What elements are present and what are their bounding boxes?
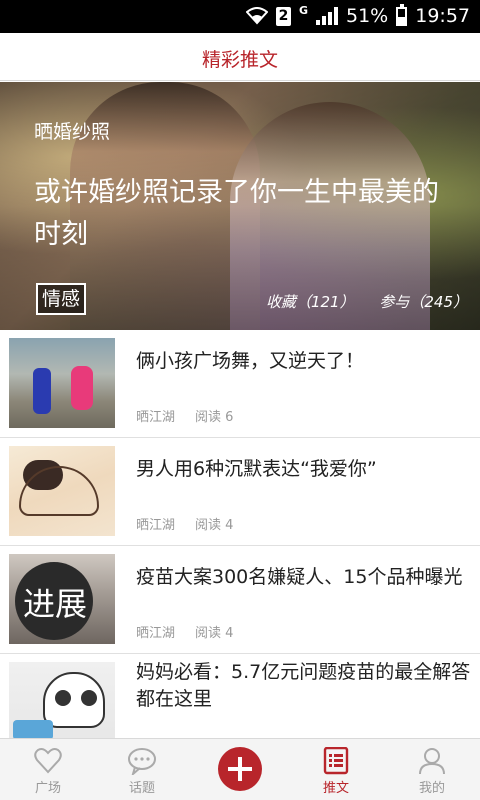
list-icon	[321, 746, 351, 775]
article-author: 晒江湖	[136, 518, 176, 533]
thumbnail-caption: 进展	[23, 585, 88, 623]
article-item[interactable]: 妈妈必看：5.7亿元问题疫苗的最全解答 都在这里	[0, 654, 480, 738]
article-author: 晒江湖	[136, 410, 176, 425]
participants-count: 参与（245）	[379, 293, 468, 311]
sim-badge: 2	[275, 6, 291, 26]
article-title: 疫苗大案300名嫌疑人、15个品种曝光	[136, 566, 463, 588]
tab-topics[interactable]: 话题	[94, 739, 190, 800]
article-author: 晒江湖	[136, 626, 176, 641]
article-item[interactable]: 俩小孩广场舞，又逆天了！ 晒江湖 阅读 6	[0, 330, 480, 438]
featured-banner[interactable]: 晒婚纱照 或许婚纱照记录了你一生中最美的时刻 情感 收藏（121） 参与（245…	[0, 82, 480, 330]
article-thumbnail	[9, 662, 115, 738]
article-item[interactable]: 男人用6种沉默表达“我爱你” 晒江湖 阅读 4	[0, 438, 480, 546]
status-bar: 2 G 51% 19:57	[0, 0, 480, 33]
article-title: 俩小孩广场舞，又逆天了！	[136, 350, 365, 372]
clock: 19:57	[415, 5, 470, 27]
article-views: 阅读 6	[195, 410, 234, 425]
article-title: 妈妈必看：5.7亿元问题疫苗的最全解答 都在这里	[136, 661, 471, 710]
article-thumbnail	[9, 446, 115, 536]
tab-label: 我的	[418, 781, 445, 796]
tab-label: 推文	[322, 781, 349, 796]
article-list: 俩小孩广场舞，又逆天了！ 晒江湖 阅读 6 男人用6种沉默表达“我爱你” 晒江湖阅…	[0, 330, 480, 738]
signal-icon	[316, 7, 338, 25]
user-icon	[417, 747, 447, 775]
favorites-count: 收藏（121）	[265, 293, 355, 311]
article-meta: 晒江湖 阅读 4	[136, 514, 233, 533]
tab-label: 广场	[34, 781, 61, 796]
banner-category-tag[interactable]: 情感	[36, 283, 87, 315]
article-thumbnail: 进展	[9, 554, 115, 644]
article-views: 阅读 4	[195, 626, 234, 641]
article-item[interactable]: 进展 疫苗大案300名嫌疑人、15个品种曝光 晒江湖 阅读 4	[0, 546, 480, 654]
heart-icon	[33, 747, 63, 775]
article-meta: 晒江湖 阅读 6	[136, 406, 233, 425]
tab-square[interactable]: 广场	[0, 739, 96, 800]
network-type: G	[298, 3, 308, 17]
banner-title: 或许婚纱照记录了你一生中最美的时刻	[34, 177, 439, 250]
page-title: 精彩推文	[201, 49, 278, 71]
article-title: 男人用6种沉默表达“我爱你”	[136, 458, 377, 480]
plus-icon[interactable]	[218, 747, 262, 791]
bottom-tab-bar: 广场 话题 推文 我的	[0, 738, 480, 800]
app-header: 精彩推文	[0, 33, 480, 81]
tab-articles[interactable]: 推文	[288, 739, 384, 800]
battery-icon	[396, 3, 408, 26]
article-thumbnail	[9, 338, 115, 428]
article-meta: 晒江湖 阅读 4	[136, 622, 233, 641]
banner-stats: 收藏（121） 参与（245）	[246, 291, 468, 312]
wifi-icon	[245, 7, 268, 25]
banner-topic: 晒婚纱照	[34, 121, 111, 143]
article-views: 阅读 4	[195, 518, 234, 533]
chat-icon	[127, 747, 157, 777]
tab-me[interactable]: 我的	[384, 739, 480, 800]
battery-percent: 51%	[346, 5, 389, 27]
tab-label: 话题	[128, 781, 155, 796]
